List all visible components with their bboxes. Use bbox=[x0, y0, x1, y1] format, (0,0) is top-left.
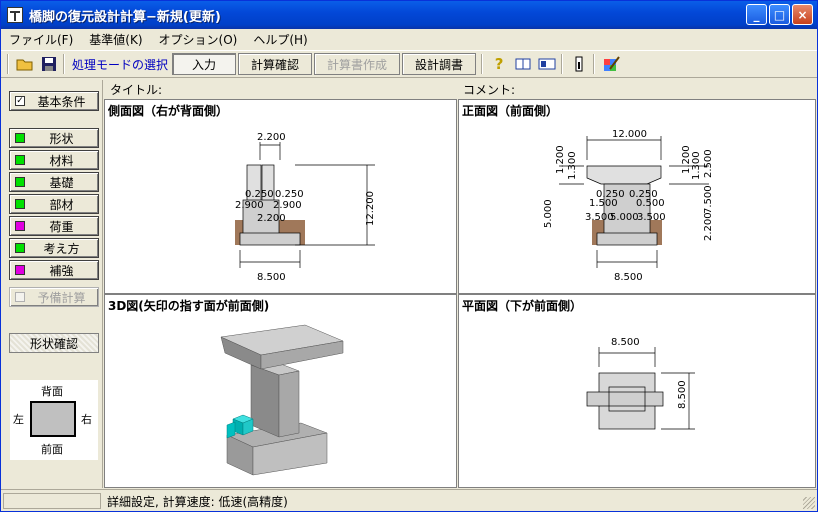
status-bar: 詳細設定, 計算速度: 低速(高精度) bbox=[1, 489, 817, 511]
front-dim-label: 5.000 bbox=[543, 199, 554, 228]
front-dim-label: 8.500 bbox=[614, 272, 643, 283]
front-dim-label: 1.300 bbox=[691, 151, 702, 180]
status-indicator-icon bbox=[15, 199, 25, 209]
front-dim-label: 1.300 bbox=[567, 151, 578, 180]
menu-standards[interactable]: 基準値(K) bbox=[81, 31, 150, 48]
status-indicator-icon bbox=[15, 177, 25, 187]
menu-options[interactable]: オプション(O) bbox=[151, 31, 246, 48]
mode-check-button[interactable]: 計算確認 bbox=[238, 53, 313, 75]
three-d-view-panel: 3D図(矢印の指す面が前面側) bbox=[104, 294, 457, 488]
front-dim-label: 2.200 bbox=[703, 212, 714, 241]
front-dim-label: 5.000 bbox=[610, 212, 639, 223]
minimize-button[interactable]: _ bbox=[746, 4, 767, 25]
window-title: 橋脚の復元設計計算−新規(更新) bbox=[29, 9, 221, 25]
orientation-diagram: 背面 左 右 前面 bbox=[10, 380, 98, 460]
front-dim-label: 1.200 bbox=[555, 145, 566, 174]
side-view-drawing: 2.200 0.250 0.250 2.900 2.900 2.200 12.2… bbox=[235, 132, 376, 283]
comment-label: コメント: bbox=[463, 83, 516, 97]
maximize-button[interactable]: □ bbox=[769, 4, 790, 25]
app-icon bbox=[7, 7, 23, 23]
front-view-panel: 正面図（前面側） 12.000 1.200 1.300 1.200 1.300 bbox=[458, 99, 816, 294]
left-panel: ✓ 基本条件 形状 材料 基礎 部材 荷重 考え方 補強 予備計算 形状確認 背… bbox=[1, 80, 103, 488]
front-view-drawing: 12.000 1.200 1.300 1.200 1.300 2.500 0.2… bbox=[543, 129, 714, 283]
settings-palette-icon[interactable] bbox=[600, 53, 622, 75]
status-text: 詳細設定, 計算速度: 低速(高精度) bbox=[107, 495, 288, 509]
menu-file[interactable]: ファイル(F) bbox=[1, 31, 81, 48]
front-dim-label: 1.500 bbox=[589, 198, 618, 209]
side-item-basic[interactable]: ✓ 基本条件 bbox=[9, 91, 99, 111]
toolbar: 処理モードの選択 入力 計算確認 計算書作成 設計調書 ? bbox=[1, 50, 817, 78]
mode-report-button[interactable]: 計算書作成 bbox=[314, 53, 401, 75]
book-icon[interactable] bbox=[512, 53, 534, 75]
save-icon[interactable] bbox=[38, 53, 60, 75]
side-item-shape[interactable]: 形状 bbox=[9, 128, 99, 148]
plan-dim-label: 8.500 bbox=[611, 337, 640, 348]
title-bar: 橋脚の復元設計計算−新規(更新) _ □ × bbox=[1, 1, 817, 29]
front-dim-label: 7.500 bbox=[703, 185, 714, 214]
mode-label: 処理モードの選択 bbox=[72, 57, 169, 72]
menu-help[interactable]: ヘルプ(H) bbox=[245, 31, 315, 48]
side-item-load[interactable]: 荷重 bbox=[9, 216, 99, 236]
side-item-precheck[interactable]: 予備計算 bbox=[9, 287, 99, 307]
side-dim-label: 8.500 bbox=[257, 272, 286, 283]
pier-square-icon bbox=[30, 401, 76, 437]
id-card-icon[interactable] bbox=[536, 53, 558, 75]
side-dim-label: 2.200 bbox=[257, 132, 286, 143]
status-indicator-icon bbox=[15, 221, 25, 231]
side-item-approach[interactable]: 考え方 bbox=[9, 238, 99, 258]
orientation-left-label: 左 bbox=[13, 413, 24, 426]
status-indicator-icon bbox=[15, 265, 25, 275]
close-button[interactable]: × bbox=[792, 4, 813, 25]
mode-input-button[interactable]: 入力 bbox=[172, 53, 237, 75]
app-window: 橋脚の復元設計計算−新規(更新) _ □ × ファイル(F) 基準値(K) オプ… bbox=[0, 0, 818, 512]
orientation-top-label: 背面 bbox=[41, 385, 63, 398]
mode-design-sheet-button[interactable]: 設計調書 bbox=[402, 53, 477, 75]
side-view-panel: 側面図（右が背面側） 2.200 0.250 0.250 2.900 2.900… bbox=[104, 99, 457, 294]
side-item-material[interactable]: 材料 bbox=[9, 150, 99, 170]
status-indicator-icon bbox=[15, 292, 25, 302]
comment-header: コメント: bbox=[457, 80, 817, 99]
status-indicator-icon bbox=[15, 155, 25, 165]
plan-dim-label: 8.500 bbox=[677, 380, 688, 409]
front-dim-label: 2.500 bbox=[703, 149, 714, 178]
status-indicator-icon bbox=[15, 133, 25, 143]
title-header: タイトル: bbox=[104, 80, 456, 99]
side-dim-label: 2.200 bbox=[257, 213, 286, 224]
side-dim-label: 2.900 bbox=[235, 200, 264, 211]
checked-indicator-icon: ✓ bbox=[15, 95, 25, 106]
resize-grip-icon[interactable] bbox=[803, 497, 815, 509]
open-folder-icon[interactable] bbox=[14, 53, 36, 75]
orientation-bottom-label: 前面 bbox=[41, 443, 63, 456]
menu-bar: ファイル(F) 基準値(K) オプション(O) ヘルプ(H) bbox=[1, 29, 817, 49]
side-dim-label: 12.200 bbox=[365, 191, 376, 226]
front-dim-label: 0.500 bbox=[636, 198, 665, 209]
front-dim-label: 12.000 bbox=[612, 129, 647, 140]
front-dim-label: 3.500 bbox=[637, 212, 666, 223]
info-icon[interactable] bbox=[568, 53, 590, 75]
side-dim-label: 0.250 bbox=[245, 189, 274, 200]
plan-view-drawing: 8.500 8.500 bbox=[586, 337, 695, 430]
plan-view-panel: 平面図（下が前面側） 8.500 8.500 bbox=[458, 294, 816, 488]
three-d-drawing bbox=[220, 324, 344, 476]
title-label: タイトル: bbox=[110, 83, 163, 97]
shape-confirm-button[interactable]: 形状確認 bbox=[9, 333, 99, 353]
side-item-foundation[interactable]: 基礎 bbox=[9, 172, 99, 192]
side-dim-label: 0.250 bbox=[275, 189, 304, 200]
help-icon[interactable]: ? bbox=[488, 53, 510, 75]
side-dim-label: 2.900 bbox=[273, 200, 302, 211]
side-item-member[interactable]: 部材 bbox=[9, 194, 99, 214]
orientation-right-label: 右 bbox=[81, 413, 92, 426]
status-left-pane bbox=[3, 493, 101, 509]
side-item-reinforcement[interactable]: 補強 bbox=[9, 260, 99, 280]
status-indicator-icon bbox=[15, 243, 25, 253]
